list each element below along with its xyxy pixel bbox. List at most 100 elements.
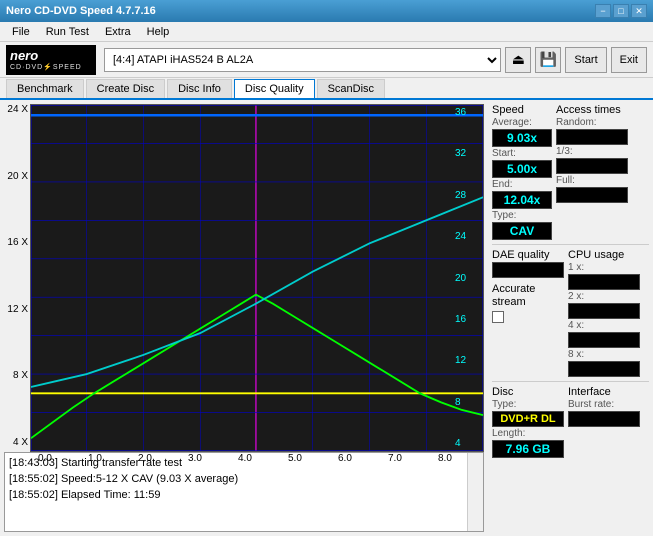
y-axis-right: 36 32 28 24 20 16 12 8 4 [453, 105, 483, 451]
tab-benchmark[interactable]: Benchmark [6, 79, 84, 98]
tab-disc-info[interactable]: Disc Info [167, 79, 232, 98]
x-label-3: 3.0 [188, 453, 202, 464]
accurate-stream-row [492, 311, 564, 323]
dae-label: DAE quality [492, 249, 564, 261]
access-random-value [556, 129, 628, 145]
chart-svg [31, 105, 483, 451]
menu-run-test[interactable]: Run Test [38, 24, 97, 40]
y-label-16: 16 X [2, 237, 28, 248]
tab-scan-disc[interactable]: ScanDisc [317, 79, 385, 98]
accurate-stream-checkbox[interactable] [492, 311, 504, 323]
cpu-8x-label: 8 x: [568, 349, 640, 360]
disc-type-label: Type: [492, 399, 564, 410]
window-controls: − □ ✕ [595, 4, 647, 18]
disc-section: Disc Type: DVD+R DL Length: 7.96 GB [492, 386, 564, 458]
y-right-24: 24 [455, 231, 481, 242]
eject-icon-button[interactable]: ⏏ [505, 47, 531, 73]
menu-extra[interactable]: Extra [97, 24, 139, 40]
y-right-16: 16 [455, 314, 481, 325]
divider-2 [492, 381, 649, 382]
divider-1 [492, 244, 649, 245]
x-axis: 0.0 1.0 2.0 3.0 4.0 5.0 6.0 7.0 8.0 [34, 452, 480, 464]
burst-rate-label: Burst rate: [568, 399, 640, 410]
x-label-8: 8.0 [438, 453, 452, 464]
cpu-4x-value [568, 332, 640, 348]
cpu-1x-label: 1 x: [568, 262, 640, 273]
dae-section: DAE quality Accurate stream [492, 249, 564, 377]
interface-section: Interface Burst rate: [568, 386, 640, 458]
right-panel: Speed Average: 9.03x Start: 5.00x End: 1… [488, 100, 653, 536]
log-content: [18:43:03] Starting transfer rate test [… [5, 453, 467, 531]
cpu-8x-value [568, 361, 640, 377]
toolbar: nero CD·DVD⚡SPEED [4:4] ATAPI iHAS524 B … [0, 42, 653, 78]
access-random-label: Random: [556, 117, 628, 128]
burst-rate-value [568, 411, 640, 427]
y-right-12: 12 [455, 355, 481, 366]
maximize-button[interactable]: □ [613, 4, 629, 18]
y-right-4: 4 [455, 438, 481, 449]
x-label-5: 5.0 [288, 453, 302, 464]
x-label-1: 1.0 [88, 453, 102, 464]
y-label-8: 8 X [2, 370, 28, 381]
speed-type-value: CAV [492, 222, 552, 240]
menu-bar: File Run Test Extra Help [0, 22, 653, 42]
disc-type-value: DVD+R DL [492, 411, 564, 427]
tab-bar: Benchmark Create Disc Disc Info Disc Qua… [0, 78, 653, 100]
cpu-2x-value [568, 303, 640, 319]
speed-end-label: End: [492, 179, 552, 190]
access-onethird-label: 1/3: [556, 146, 628, 157]
cpu-usage-section: CPU usage 1 x: 2 x: 4 x: 8 x: [568, 249, 640, 377]
exit-button[interactable]: Exit [611, 47, 647, 73]
y-right-20: 20 [455, 273, 481, 284]
disc-label: Disc [492, 386, 564, 398]
speed-start-label: Start: [492, 148, 552, 159]
y-label-12: 12 X [2, 304, 28, 315]
cpu-usage-label: CPU usage [568, 249, 640, 261]
nero-logo-text: nero [10, 48, 38, 63]
access-full-value [556, 187, 628, 203]
y-label-4: 4 X [2, 437, 28, 448]
x-label-6: 6.0 [338, 453, 352, 464]
speed-section: Speed Average: 9.03x Start: 5.00x End: 1… [492, 104, 552, 240]
start-button[interactable]: Start [565, 47, 606, 73]
drive-selector[interactable]: [4:4] ATAPI iHAS524 B AL2A [104, 48, 501, 72]
chart-container: 24 X 20 X 16 X 12 X 8 X 4 X [0, 100, 488, 536]
x-label-7: 7.0 [388, 453, 402, 464]
minimize-button[interactable]: − [595, 4, 611, 18]
nero-logo-subtitle: CD·DVD⚡SPEED [10, 63, 82, 71]
close-button[interactable]: ✕ [631, 4, 647, 18]
speed-start-value: 5.00x [492, 160, 552, 178]
y-right-28: 28 [455, 190, 481, 201]
log-entry-2: [18:55:02] Elapsed Time: 11:59 [9, 487, 463, 503]
speed-end-value: 12.04x [492, 191, 552, 209]
y-right-8: 8 [455, 397, 481, 408]
log-scrollbar[interactable] [467, 453, 483, 531]
log-area: [18:43:03] Starting transfer rate test [… [4, 452, 484, 532]
cpu-2x-label: 2 x: [568, 291, 640, 302]
interface-label: Interface [568, 386, 640, 398]
y-right-32: 32 [455, 148, 481, 159]
speed-type-label: Type: [492, 210, 552, 221]
menu-help[interactable]: Help [139, 24, 178, 40]
y-right-36: 36 [455, 107, 481, 118]
cpu-4x-label: 4 x: [568, 320, 640, 331]
y-label-20: 20 X [2, 171, 28, 182]
accurate-label: Accurate [492, 283, 564, 295]
speed-average-label: Average: [492, 117, 552, 128]
access-onethird-value [556, 158, 628, 174]
chart-wrapper: 24 X 20 X 16 X 12 X 8 X 4 X [0, 100, 488, 452]
menu-file[interactable]: File [4, 24, 38, 40]
x-label-4: 4.0 [238, 453, 252, 464]
y-label-24: 24 X [2, 104, 28, 115]
dae-value [492, 262, 564, 278]
accurate-label2: stream [492, 296, 564, 308]
save-icon-button[interactable]: 💾 [535, 47, 561, 73]
log-entry-1: [18:55:02] Speed:5-12 X CAV (9.03 X aver… [9, 471, 463, 487]
tab-create-disc[interactable]: Create Disc [86, 79, 165, 98]
speed-average-value: 9.03x [492, 129, 552, 147]
y-axis-left: 24 X 20 X 16 X 12 X 8 X 4 X [0, 100, 30, 452]
x-label-2: 2.0 [138, 453, 152, 464]
tab-disc-quality[interactable]: Disc Quality [234, 79, 315, 98]
access-times-label: Access times [556, 104, 628, 116]
nero-logo: nero CD·DVD⚡SPEED [6, 45, 96, 75]
